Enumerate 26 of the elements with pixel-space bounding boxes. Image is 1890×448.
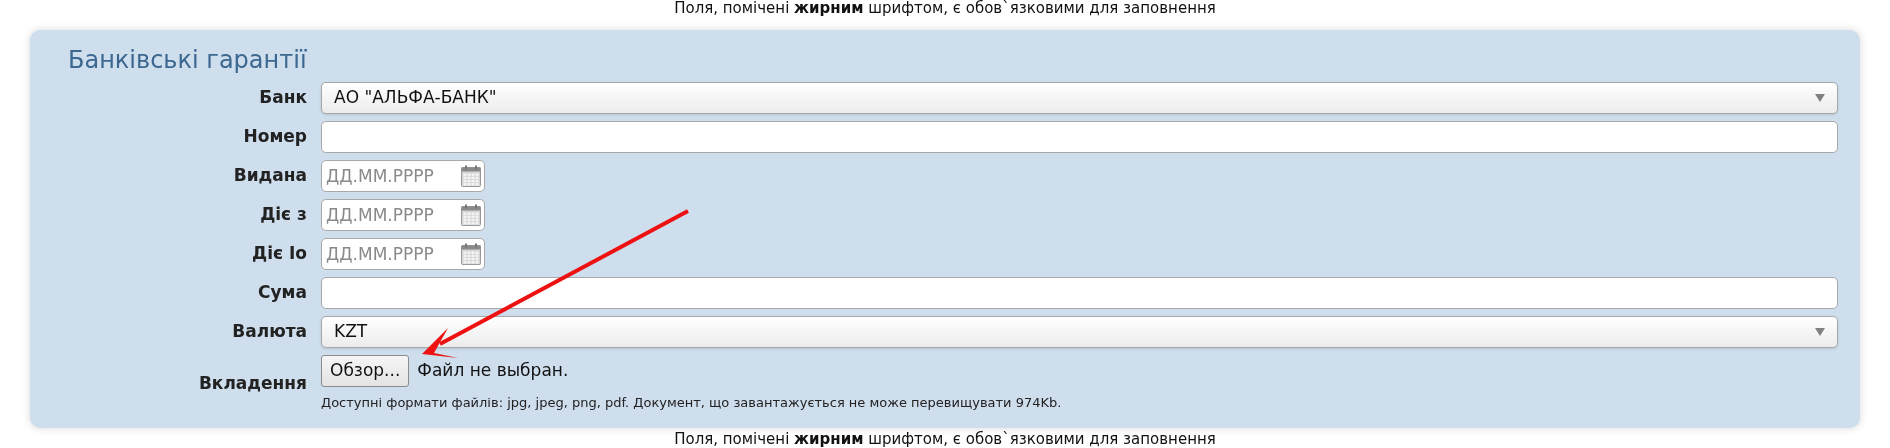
field-label: Сума [258, 281, 307, 305]
field-label: Діє Іо [252, 242, 307, 266]
input-field[interactable] [321, 277, 1838, 309]
calendar-icon[interactable] [461, 243, 481, 265]
calendar-icon[interactable] [461, 204, 481, 226]
calendar-icon[interactable] [461, 165, 481, 187]
field-label: Видана [233, 164, 307, 188]
date-field[interactable]: ДД.ММ.РРРР [321, 199, 485, 231]
field-label: Вкладення [198, 372, 307, 395]
field-label: Номер [243, 125, 307, 149]
input-field[interactable] [321, 121, 1838, 153]
field-label: Банк [259, 86, 307, 110]
browse-button[interactable]: Обзор... [321, 355, 410, 387]
field-label: Валюта [232, 320, 307, 344]
field-label: Діє з [260, 203, 307, 227]
select-field[interactable]: АО "АЛЬФА-БАНК" [321, 82, 1838, 114]
select-field[interactable]: KZT [321, 316, 1838, 348]
date-field[interactable]: ДД.ММ.РРРР [321, 238, 485, 270]
date-field[interactable]: ДД.ММ.РРРР [321, 160, 485, 192]
required-fields-note: Поля, помічені жирним шрифтом, є обов`язковими для заповнення [674, 0, 1216, 16]
file-hint: Доступні формати файлів: jpg, jpeg, png, pdf. Документ, що завантажується не може перевищувати 974Kb. [321, 394, 1062, 412]
required-fields-note: Поля, помічені жирним шрифтом, є обов`язковими для заповнення [674, 430, 1216, 448]
dropdown-arrow-icon [1815, 328, 1825, 336]
panel-title: Банківські гарантії [68, 45, 307, 76]
file-status: Файл не выбран. [417, 359, 569, 383]
dropdown-arrow-icon [1815, 94, 1825, 102]
